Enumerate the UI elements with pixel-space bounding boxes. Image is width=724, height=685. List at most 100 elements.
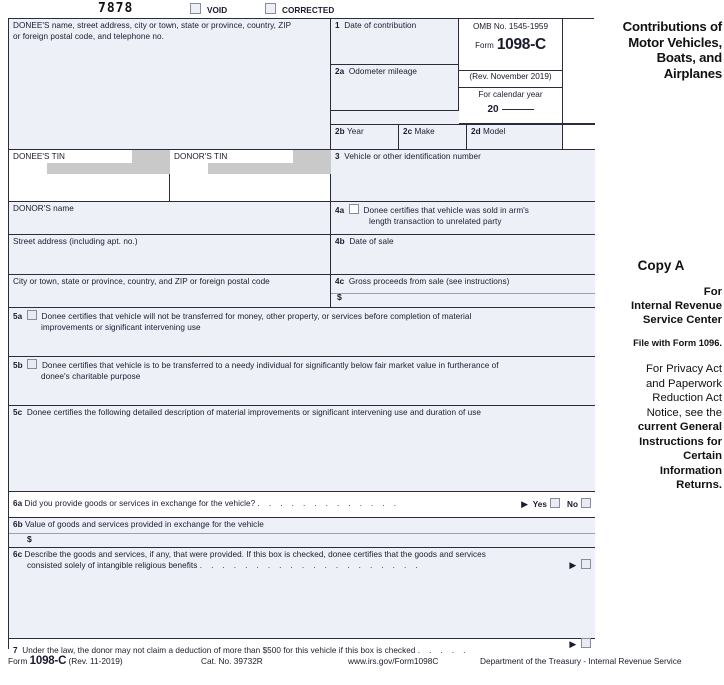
city-state-zip-label: City or town, state or province, country… [13, 277, 270, 286]
privacy-bold-line-5: Returns. [676, 479, 722, 491]
box-4c-label: Gross proceeds from sale (see instructio… [348, 277, 510, 286]
footer-form-identifier: Form 1098-C (Rev. 11-2019) [8, 655, 123, 667]
box-6a-no-label: No [566, 500, 578, 509]
box-4a-number: 4a [335, 206, 345, 215]
form-revision-block: (Rev. November 2019) [459, 71, 563, 88]
street-address-field[interactable]: Street address (including apt. no.) [9, 235, 331, 275]
void-checkbox[interactable] [190, 3, 201, 14]
calendar-year-input[interactable] [501, 100, 534, 110]
form-name: 1098-C [496, 36, 546, 53]
box-2a-odometer-mileage[interactable]: 2a Odometer mileage [331, 65, 459, 111]
box-4c-gross-proceeds[interactable]: 4c Gross proceeds from sale (see instruc… [331, 275, 595, 308]
form-identifier: Form 1098-C [459, 36, 562, 54]
privacy-bold-line-4: Information [659, 464, 722, 477]
box-7-checkbox[interactable] [581, 638, 591, 648]
box-5b-checkbox[interactable] [27, 359, 38, 369]
corrected-checkbox[interactable] [265, 3, 276, 14]
privacy-bold-line-3: Certain [683, 450, 722, 462]
box-6b-divider [9, 533, 595, 534]
footer-url[interactable]: www.irs.gov/Form1098C [348, 656, 438, 666]
donor-tin-redaction-lower [208, 163, 331, 174]
box-1-date-of-contribution[interactable]: 1 Date of contribution [331, 19, 459, 65]
form-title-line-3: Boats, and [656, 50, 723, 65]
void-label: VOID [207, 6, 228, 15]
footer-form-name: 1098-C [29, 655, 67, 667]
box-1-label: Date of contribution [344, 21, 417, 30]
donee-tin-redaction-upper [132, 150, 170, 163]
box-4a-arms-length-sale[interactable]: 4a Donee certifies that vehicle was sold… [331, 202, 595, 235]
calendar-year-block[interactable]: For calendar year 20 [459, 88, 563, 124]
box-6a-arrow-icon: ▶ [521, 499, 529, 509]
city-state-zip-field[interactable]: City or town, state or province, country… [9, 275, 331, 308]
box-5c-description-of-improvements[interactable]: 5c Donee certifies the following detaile… [9, 406, 595, 492]
privacy-line-4: Notice, see the [646, 406, 722, 419]
box-6a-yes-label: Yes [532, 500, 547, 509]
footer-catalog-number: Cat. No. 39732R [201, 656, 263, 666]
box-2b-label: Year [346, 127, 364, 136]
box-6c-leader-dots: . . . . . . . . . . . . . . . . . . . . [199, 560, 422, 570]
privacy-line-1: For Privacy Act [646, 363, 722, 375]
footer-form-word: Form [8, 656, 28, 666]
box-3-number: 3 [335, 152, 340, 161]
box-2c-number: 2c [403, 127, 413, 136]
donee-name-address-label: DONEE'S name, street address, city or to… [13, 21, 292, 41]
top-bar: 7878 VOID CORRECTED [0, 0, 724, 18]
box-6c-arrow-icon: ▶ [569, 560, 577, 570]
box-6a-yes-checkbox[interactable] [550, 498, 560, 508]
box-6b-label: Value of goods and services provided in … [24, 520, 264, 529]
box-6a-no-checkbox[interactable] [581, 498, 591, 508]
omb-form-block: OMB No. 1545-1959 Form 1098-C [459, 19, 563, 71]
form-title-line-2: Motor Vehicles, [628, 34, 722, 50]
form-serial-number: 7878 [98, 1, 134, 16]
box-7-leader-dots: . . . . . [417, 646, 469, 655]
box-6a-goods-or-services-question[interactable]: 6a Did you provide goods or services in … [9, 492, 595, 518]
box-7-label: Under the law, the donor may not claim a… [22, 646, 416, 655]
donor-name-label: DONOR'S name [13, 204, 74, 213]
corrected-option[interactable]: CORRECTED [265, 1, 334, 17]
corrected-label: CORRECTED [282, 6, 335, 15]
donee-name-address-field[interactable]: DONEE'S name, street address, city or to… [9, 19, 331, 149]
box-6c-text-line-2: consisted solely of intangible religious… [27, 560, 198, 570]
box-4a-checkbox[interactable] [348, 204, 359, 214]
box-4c-number: 4c [335, 277, 345, 286]
box-5b-text-line-2: donee's charitable purpose [41, 371, 141, 381]
privacy-line-2: and Paperwork [646, 377, 722, 390]
omb-number: OMB No. 1545-1959 [472, 22, 549, 31]
donor-name-field[interactable]: DONOR'S name [9, 202, 331, 235]
box-2d-label: Model [482, 127, 506, 136]
box-6c-describe-goods-and-services[interactable]: 6c Describe the goods and services, if a… [9, 548, 595, 639]
form-title-line-1: Contributions of [622, 19, 723, 34]
privacy-line-3: Reduction Act [652, 392, 722, 404]
footer-form-revision: (Rev. 11-2019) [68, 656, 123, 666]
form-word: Form [475, 41, 494, 50]
copy-a-irs-line-2: Service Center [642, 314, 722, 326]
copy-a-privacy-notice: For Privacy Act and Paperwork Reduction … [600, 362, 722, 493]
box-7-arrow-icon: ▶ [569, 639, 577, 649]
void-option[interactable]: VOID [190, 1, 227, 17]
box-2d-number: 2d [471, 127, 481, 136]
box-5a-checkbox[interactable] [26, 310, 37, 320]
form-title-line-4: Airplanes [663, 65, 723, 81]
copy-a-for-word: For [703, 286, 722, 298]
box-4b-date-of-sale[interactable]: 4b Date of sale [331, 235, 595, 275]
box-5b-number: 5b [13, 361, 23, 370]
box-3-vehicle-identification-number[interactable]: 3 Vehicle or other identification number [331, 149, 595, 202]
box-6c-checkbox[interactable] [581, 559, 591, 569]
street-address-label: Street address (including apt. no.) [13, 237, 138, 246]
box-6a-number: 6a [13, 499, 23, 508]
box-6b-dollar-sign: $ [27, 533, 32, 544]
footer-department: Department of the Treasury - Internal Re… [480, 656, 682, 666]
box-4c-divider [331, 293, 595, 294]
box-4a-text-line-2: length transaction to unrelated party [369, 216, 502, 226]
box-5a-no-transfer-certification[interactable]: 5a Donee certifies that vehicle will not… [9, 308, 595, 357]
box-6a-leader-dots: . . . . . . . . . . . . . [257, 499, 400, 508]
box-6c-text-line-1: Describe the goods and services, if any,… [24, 550, 486, 559]
form-revision: (Rev. November 2019) [469, 72, 552, 81]
box-6b-number: 6b [13, 520, 23, 529]
box-5a-text-line-2: improvements or significant intervening … [41, 322, 201, 332]
box-1-number: 1 [335, 21, 340, 30]
form-title: Contributions of Motor Vehicles, Boats, … [600, 19, 723, 81]
box-4b-label: Date of sale [349, 237, 394, 246]
box-5b-needy-individual-certification[interactable]: 5b Donee certifies that vehicle is to be… [9, 357, 595, 406]
box-3-label: Vehicle or other identification number [344, 152, 481, 161]
